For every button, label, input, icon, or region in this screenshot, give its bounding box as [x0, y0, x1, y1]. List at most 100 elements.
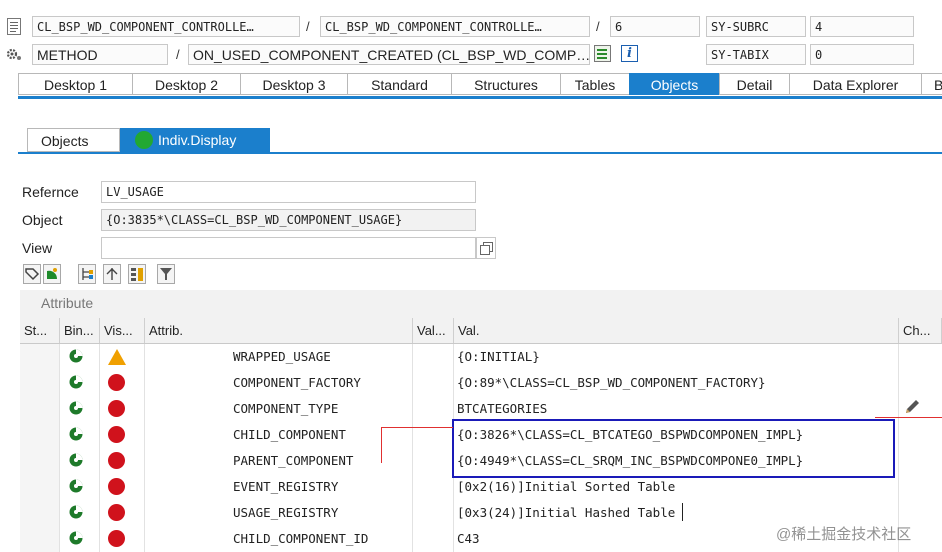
separator: / — [596, 19, 600, 34]
binding-icon — [68, 400, 84, 416]
attribute-value[interactable]: {O:89*\CLASS=CL_BSP_WD_COMPONENT_FACTORY… — [454, 370, 899, 396]
val-type-cell — [413, 526, 454, 552]
view-field[interactable] — [101, 237, 476, 259]
highlight-box — [452, 419, 895, 478]
binding-cell — [60, 396, 100, 422]
attribute-name: COMPONENT_FACTORY — [145, 370, 413, 396]
binding-icon — [68, 478, 84, 494]
tab-detail[interactable]: Detail — [719, 73, 789, 95]
tab-objects[interactable]: Objects — [629, 73, 719, 95]
col-header-binding[interactable]: Bin... — [60, 318, 100, 343]
subtab-indiv-display[interactable]: Indiv.Display — [120, 128, 270, 152]
binding-cell — [60, 448, 100, 474]
hierarchy-icon[interactable] — [78, 264, 96, 284]
private-status-icon — [108, 452, 125, 469]
warning-icon — [108, 349, 126, 365]
tab-tables[interactable]: Tables — [560, 73, 629, 95]
private-status-icon — [108, 374, 125, 391]
annotation-line — [381, 427, 382, 463]
view-label: View — [22, 240, 53, 256]
binding-cell — [60, 370, 100, 396]
change-cell — [899, 344, 942, 370]
method-name-field[interactable]: ON_USED_COMPONENT_CREATED (CL_BSP_WD_COM… — [188, 44, 590, 65]
val-type-cell — [413, 500, 454, 526]
visibility-cell — [100, 448, 145, 474]
col-header-value[interactable]: Val. — [454, 318, 899, 343]
binding-cell — [60, 422, 100, 448]
val-type-cell — [413, 370, 454, 396]
tag-icon[interactable] — [23, 264, 41, 284]
private-status-icon — [108, 478, 125, 495]
status-cell — [20, 370, 60, 396]
binding-cell — [60, 500, 100, 526]
sy-subrc-value: 4 — [810, 16, 914, 37]
col-header-attribute[interactable]: Attrib. — [145, 318, 413, 343]
col-header-change[interactable]: Ch... — [899, 318, 942, 343]
grid-header: St... Bin... Vis... Attrib. Val... Val. … — [20, 318, 942, 344]
val-type-cell — [413, 448, 454, 474]
filter-icon[interactable] — [157, 264, 175, 284]
pencil-icon[interactable] — [903, 398, 921, 416]
change-cell[interactable] — [899, 396, 942, 422]
binding-cell — [60, 344, 100, 370]
visibility-cell — [100, 526, 145, 552]
attribute-name: CHILD_COMPONENT — [145, 422, 413, 448]
private-status-icon — [108, 400, 125, 417]
tab-structures[interactable]: Structures — [451, 73, 560, 95]
program-field[interactable]: CL_BSP_WD_COMPONENT_CONTROLLE… — [32, 16, 300, 37]
change-cell — [899, 370, 942, 396]
separator: / — [306, 19, 310, 34]
tab-data-explorer[interactable]: Data Explorer — [789, 73, 921, 95]
col-header-val-type[interactable]: Val... — [413, 318, 454, 343]
attribute-value[interactable]: {O:INITIAL} — [454, 344, 899, 370]
annotation-line — [875, 417, 942, 418]
text-cursor — [682, 503, 683, 521]
attribute-name: PARENT_COMPONENT — [145, 448, 413, 474]
green-status-icon — [135, 131, 153, 149]
sy-tabix-value: 0 — [810, 44, 914, 65]
reference-field[interactable]: LV_USAGE — [101, 181, 476, 203]
inheritance-icon[interactable] — [103, 264, 121, 284]
layout-icon[interactable] — [128, 264, 146, 284]
info-icon[interactable]: i — [621, 45, 638, 62]
value-help-icon[interactable] — [476, 237, 496, 259]
visibility-cell — [100, 422, 145, 448]
attribute-name: EVENT_REGISTRY — [145, 474, 413, 500]
table-row[interactable]: COMPONENT_FACTORY {O:89*\CLASS=CL_BSP_WD… — [20, 370, 942, 396]
visibility-cell — [100, 344, 145, 370]
gear-icon — [6, 46, 22, 62]
status-cell — [20, 474, 60, 500]
visibility-cell — [100, 474, 145, 500]
tab-desktop-3[interactable]: Desktop 3 — [240, 73, 347, 95]
status-cell — [20, 448, 60, 474]
tab-desktop-2[interactable]: Desktop 2 — [132, 73, 240, 95]
line-number-field[interactable]: 6 — [610, 16, 700, 37]
goto-source-icon[interactable] — [594, 45, 611, 62]
sy-subrc-label: SY-SUBRC — [706, 16, 806, 37]
attribute-name: CHILD_COMPONENT_ID — [145, 526, 413, 552]
table-row[interactable]: WRAPPED_USAGE {O:INITIAL} — [20, 344, 942, 370]
tab-desktop-1[interactable]: Desktop 1 — [18, 73, 132, 95]
change-cell — [899, 422, 942, 448]
separator: / — [176, 47, 180, 62]
tab-standard[interactable]: Standard — [347, 73, 451, 95]
attribute-section-bar: Attribute — [20, 290, 942, 318]
status-cell — [20, 500, 60, 526]
binding-icon — [68, 530, 84, 546]
binding-icon — [68, 452, 84, 468]
event-type-field[interactable]: METHOD — [32, 44, 168, 65]
sy-tabix-label: SY-TABIX — [706, 44, 806, 65]
debugger-tab-strip: Desktop 1 Desktop 2 Desktop 3 Standard S… — [18, 73, 942, 96]
val-type-cell — [413, 422, 454, 448]
display-icon[interactable] — [43, 264, 61, 284]
status-cell — [20, 422, 60, 448]
status-cell — [20, 344, 60, 370]
subtab-objects[interactable]: Objects — [27, 128, 120, 152]
attribute-name: WRAPPED_USAGE — [145, 344, 413, 370]
tab-overflow[interactable]: B — [921, 73, 942, 95]
include-field[interactable]: CL_BSP_WD_COMPONENT_CONTROLLE… — [320, 16, 590, 37]
val-type-cell — [413, 474, 454, 500]
col-header-status[interactable]: St... — [20, 318, 60, 343]
object-label: Object — [22, 212, 63, 228]
col-header-visibility[interactable]: Vis... — [100, 318, 145, 343]
